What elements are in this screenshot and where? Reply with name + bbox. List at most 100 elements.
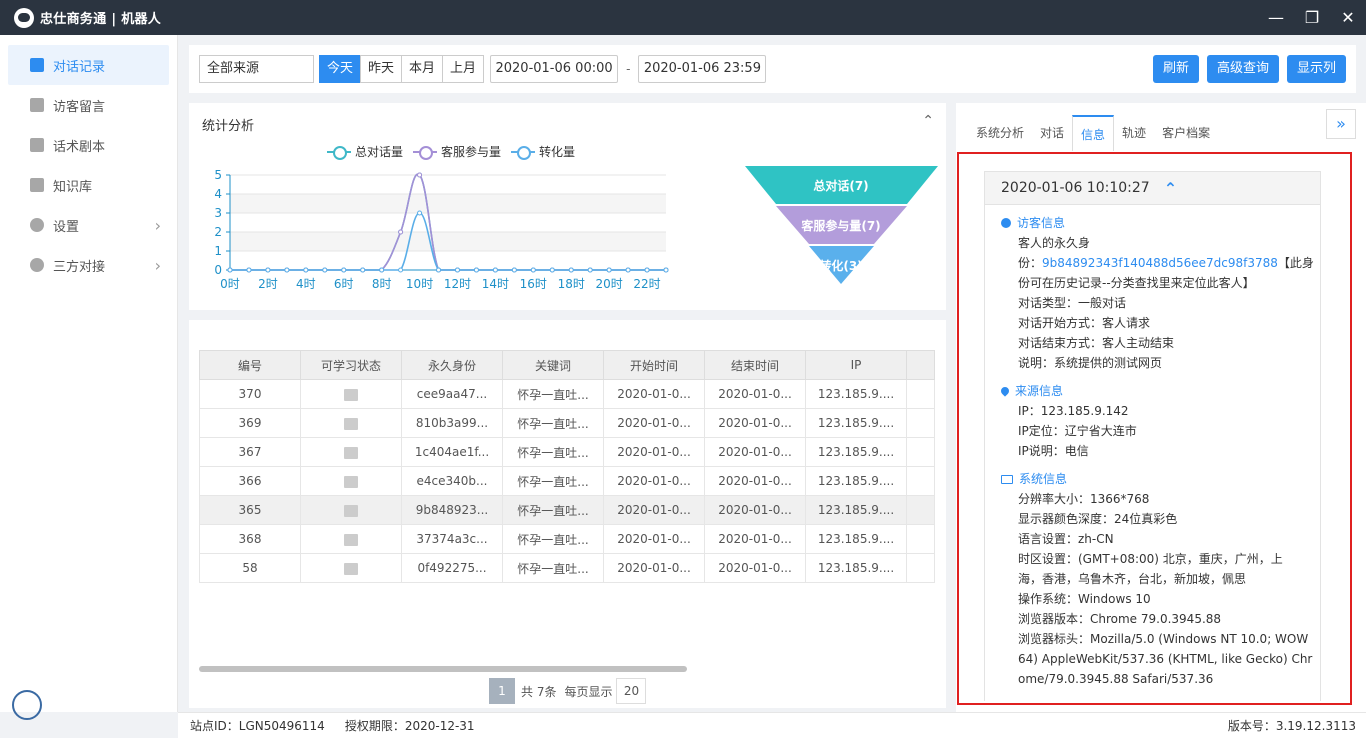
book-icon[interactable] — [344, 504, 358, 517]
data-point[interactable] — [625, 267, 631, 273]
advanced-search-button[interactable]: 高级查询 — [1206, 55, 1279, 83]
data-point[interactable] — [284, 267, 290, 273]
restore-icon[interactable]: ❐ — [1294, 0, 1330, 35]
start-date-input[interactable]: 2020-01-06 00:00 — [490, 55, 619, 83]
book-icon[interactable] — [344, 533, 358, 546]
line-chart: 0 1 2 3 4 5 0时 2时 4时 6时 8时 10时 12时 14时 16时 18时 20时 22时 总对话… — [214, 166, 938, 291]
table-row[interactable]: 370 cee9aa47... 怀孕一直吐... 2020-01-0... 2020-0… — [199, 379, 935, 409]
table-row[interactable]: 366 e4ce340b... 怀孕一直吐... 2020-01-0... 2020-0… — [199, 466, 935, 496]
detail-panel: 系统分析 对话 信息 轨迹 客户档案 » 2020-01-06 10:10:27… — [956, 103, 1366, 712]
collapse-up-icon[interactable]: ⌃ — [922, 113, 934, 129]
tab-conversation[interactable]: 对话 — [1032, 115, 1072, 151]
page-button[interactable]: 1 — [489, 678, 515, 704]
x-tick-label: 18时 — [558, 277, 585, 291]
data-point[interactable] — [417, 210, 423, 216]
data-point[interactable] — [644, 267, 650, 273]
data-point[interactable] — [436, 267, 442, 273]
table-cell: 2020-01-0... — [603, 553, 705, 583]
y-tick-label: 3 — [214, 206, 222, 220]
data-point[interactable] — [473, 267, 479, 273]
book-icon[interactable] — [344, 475, 358, 488]
funnel-label: 转化(3) — [819, 258, 862, 273]
double-chevron-right-icon[interactable]: » — [1326, 109, 1356, 139]
column-header[interactable]: 关键词 — [502, 350, 604, 380]
tab-system-analysis[interactable]: 系统分析 — [968, 115, 1032, 151]
pencil-icon — [30, 98, 44, 112]
data-point[interactable] — [549, 267, 555, 273]
double-chevron-up-icon[interactable]: ⌃ — [1164, 179, 1177, 198]
sidebar-item-knowledge-base[interactable]: 知识库 — [8, 165, 169, 205]
data-point[interactable] — [341, 267, 347, 273]
data-point[interactable] — [398, 267, 404, 273]
column-header[interactable]: 编号 — [199, 350, 301, 380]
table-row[interactable]: 58 0f492275... 怀孕一直吐... 2020-01-0... 2020-01… — [199, 553, 935, 583]
refresh-button[interactable]: 刷新 — [1152, 55, 1199, 83]
sidebar-item-settings[interactable]: 设置 › — [8, 205, 169, 245]
sidebar-item-integrations[interactable]: 三方对接 › — [8, 245, 169, 285]
table-cell: 37374a3c... — [401, 524, 503, 554]
show-columns-button[interactable]: 显示列 — [1286, 55, 1346, 83]
data-point[interactable] — [568, 267, 574, 273]
horizontal-scrollbar[interactable] — [199, 666, 687, 672]
column-header-filler — [906, 350, 935, 380]
window-controls: — ❐ ✕ — [1258, 0, 1366, 35]
data-point[interactable] — [530, 267, 536, 273]
tab-last-month[interactable]: 上月 — [442, 55, 485, 83]
data-point[interactable] — [587, 267, 593, 273]
column-header[interactable]: 可学习状态 — [300, 350, 402, 380]
info-text: 份： — [1018, 256, 1043, 270]
tab-yesterday[interactable]: 昨天 — [360, 55, 403, 83]
table-cell: 58 — [199, 553, 301, 583]
data-point[interactable] — [606, 267, 612, 273]
data-point[interactable] — [454, 267, 460, 273]
visitor-id-link[interactable]: 9b84892343f140488d56ee7dc98f3788 — [1042, 256, 1278, 270]
table-row[interactable]: 367 1c404ae1f... 怀孕一直吐... 2020-01-0... 2020-… — [199, 437, 935, 467]
sidebar-item-label: 对话记录 — [53, 59, 106, 75]
table-cell: 怀孕一直吐... — [502, 408, 604, 438]
tab-customer-profile[interactable]: 客户档案 — [1154, 115, 1218, 151]
stats-title: 统计分析 — [202, 119, 255, 134]
book-icon[interactable] — [344, 417, 358, 430]
data-point[interactable] — [511, 267, 517, 273]
table-row[interactable]: 368 37374a3c... 怀孕一直吐... 2020-01-0... 2020-0… — [199, 524, 935, 554]
book-icon[interactable] — [344, 562, 358, 575]
end-date-input[interactable]: 2020-01-06 23:59 — [638, 55, 767, 83]
data-point[interactable] — [322, 267, 328, 273]
data-point[interactable] — [246, 267, 252, 273]
table-cell: 369 — [199, 408, 301, 438]
column-header[interactable]: 永久身份 — [401, 350, 503, 380]
per-page-select[interactable]: 20 — [616, 678, 647, 704]
book-icon[interactable] — [344, 446, 358, 459]
data-point[interactable] — [265, 267, 271, 273]
data-point[interactable] — [417, 172, 423, 178]
sidebar-item-scripts[interactable]: 话术剧本 — [8, 125, 169, 165]
sidebar-item-chat-records[interactable]: 对话记录 — [8, 45, 169, 85]
column-header[interactable]: 结束时间 — [704, 350, 806, 380]
column-header[interactable]: 开始时间 — [603, 350, 705, 380]
data-point[interactable] — [398, 229, 404, 235]
table-row[interactable]: 369 810b3a99... 怀孕一直吐... 2020-01-0... 2020-0… — [199, 408, 935, 438]
tab-this-month[interactable]: 本月 — [401, 55, 444, 83]
sidebar-item-visitor-messages[interactable]: 访客留言 — [8, 85, 169, 125]
chevron-right-icon: › — [154, 215, 161, 235]
data-point[interactable] — [379, 267, 385, 273]
legend-item[interactable]: 客服参与量 — [413, 143, 501, 160]
source-select[interactable]: 全部来源 — [199, 55, 314, 83]
table-row[interactable]: 365 9b848923... 怀孕一直吐... 2020-01-0... 2020-0… — [199, 495, 935, 525]
close-icon[interactable]: ✕ — [1330, 0, 1366, 35]
x-tick-label: 4时 — [296, 277, 316, 291]
data-point[interactable] — [663, 267, 669, 273]
tab-today[interactable]: 今天 — [319, 55, 362, 83]
column-header[interactable]: IP — [805, 350, 907, 380]
data-point[interactable] — [303, 267, 309, 273]
x-tick-label: 10时 — [406, 277, 433, 291]
book-icon[interactable] — [344, 388, 358, 401]
legend-item[interactable]: 转化量 — [511, 143, 575, 160]
data-point[interactable] — [492, 267, 498, 273]
data-point[interactable] — [360, 267, 366, 273]
legend-item[interactable]: 总对话量 — [327, 143, 403, 160]
data-point[interactable] — [227, 267, 233, 273]
tab-info[interactable]: 信息 — [1072, 115, 1115, 151]
minimize-icon[interactable]: — — [1258, 0, 1294, 35]
tab-track[interactable]: 轨迹 — [1114, 115, 1154, 151]
